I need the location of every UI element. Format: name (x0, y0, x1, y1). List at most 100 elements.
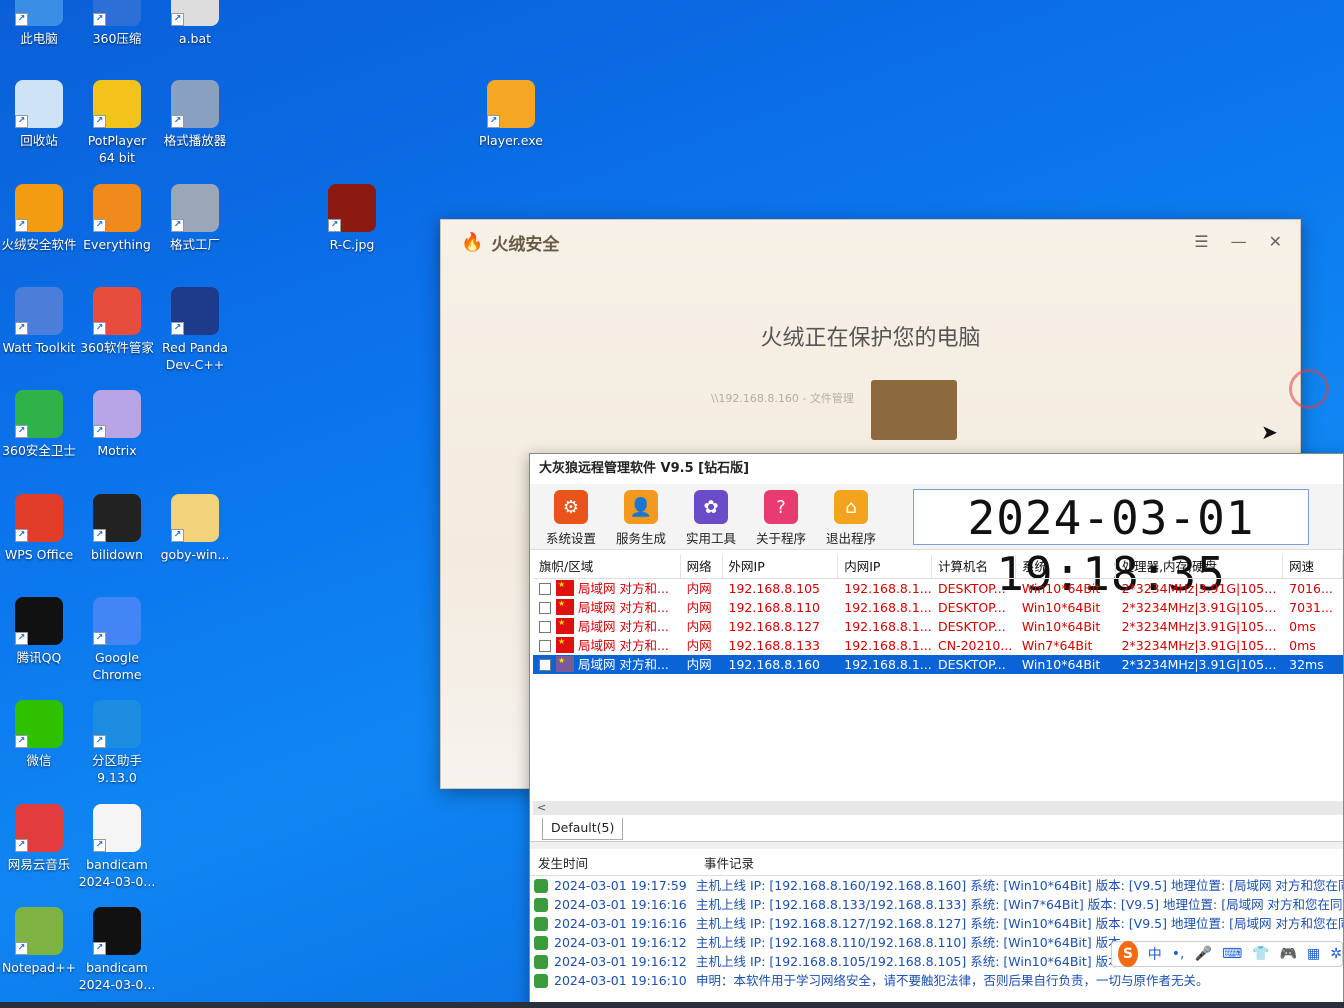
host-col-header[interactable]: 内网IP (838, 555, 933, 578)
table-row[interactable]: 局域网 对方和... 内网 192.168.8.127 192.168.8.1... D… (533, 617, 1343, 636)
row-checkbox[interactable] (539, 659, 551, 671)
app-icon: ↗ (171, 287, 219, 335)
desktop-icon[interactable]: ↗ 360软件管家 (78, 287, 156, 356)
desktop-icon[interactable]: ↗ PotPlayer 64 bit (78, 80, 156, 166)
desktop-icon[interactable]: ↗ Google Chrome (78, 597, 156, 683)
desktop-icon-label: 腾讯QQ (16, 650, 62, 665)
ime-toolbar[interactable]: S 中 •, 🎤 ⌨ 👕 🎮 ▦ ✲ (1111, 941, 1343, 967)
log-time: 2024-03-01 19:16:12 (554, 954, 687, 969)
app-icon: ↗ (15, 80, 63, 128)
shortcut-arrow-icon: ↗ (487, 115, 500, 128)
toolbar-button-label: 退出程序 (825, 531, 876, 546)
desktop-icon[interactable]: ↗ 分区助手 9.13.0 (78, 700, 156, 786)
ime-settings-icon[interactable]: ✲ (1330, 946, 1342, 962)
toolbar-icon: ? (764, 490, 798, 524)
ime-mic-icon[interactable]: 🎤 (1195, 946, 1212, 962)
host-region-cell: 局域网 对方和... (533, 598, 681, 617)
desktop-icon-label: 360安全卫士 (2, 443, 76, 458)
desktop-icon[interactable]: ↗ Player.exe (472, 80, 550, 149)
shortcut-arrow-icon: ↗ (93, 13, 106, 26)
desktop-icon[interactable]: ↗ 格式工厂 (156, 184, 234, 253)
ime-game-icon[interactable]: 🎮 (1280, 946, 1297, 962)
toolbar-button-3[interactable]: ? 关于程序 (746, 490, 816, 547)
table-row[interactable]: 局域网 对方和... 内网 192.168.8.110 192.168.8.1... D… (533, 598, 1343, 617)
host-table-header: 旗帜/区域 网络 外网IP 内网IP 计算机名 系统 处理器,内存,硬盘 网速 (533, 555, 1343, 579)
menu-icon[interactable]: ☰ (1194, 232, 1208, 251)
toolbar-button-0[interactable]: ⚙ 系统设置 (536, 490, 606, 547)
desktop-icon[interactable]: ↗ Notepad++ (0, 907, 78, 976)
desktop-icon[interactable]: ↗ 此电脑 (0, 0, 78, 47)
desktop-icon[interactable]: ↗ Everything (78, 184, 156, 253)
toolbar-button-label: 关于程序 (755, 531, 806, 546)
taskbar[interactable] (0, 1002, 1344, 1008)
log-event: 申明：本软件用于学习网络安全，请不要触犯法律，否则后果自行负责，一切与原作者无关… (696, 973, 1209, 988)
desktop-icon[interactable]: ↗ a.bat (156, 0, 234, 47)
host-col-header[interactable]: 系统 (1016, 555, 1116, 578)
minimize-icon[interactable]: — (1231, 232, 1247, 251)
row-checkbox[interactable] (539, 621, 551, 633)
desktop-icon-label: bilidown (90, 547, 144, 562)
row-checkbox[interactable] (539, 583, 551, 595)
app-icon: ↗ (93, 597, 141, 645)
desktop-icon[interactable]: ↗ 网易云音乐 (0, 804, 78, 873)
table-row[interactable]: 局域网 对方和... 内网 192.168.8.105 192.168.8.1... D… (533, 579, 1343, 598)
host-col-header[interactable]: 旗帜/区域 (533, 555, 681, 578)
desktop-icon[interactable]: ↗ 腾讯QQ (0, 597, 78, 666)
desktop-icon[interactable]: ↗ 火绒安全软件 (0, 184, 78, 253)
log-row[interactable]: 2024-03-01 19:16:16 主机上线 IP: [192.168.8.1… (530, 914, 1343, 933)
desktop-icon-label: R-C.jpg (329, 237, 375, 252)
shortcut-arrow-icon: ↗ (15, 219, 28, 232)
desktop-icon[interactable]: ↗ 360安全卫士 (0, 390, 78, 459)
row-checkbox[interactable] (539, 640, 551, 652)
desktop-icon[interactable]: ↗ WPS Office (0, 494, 78, 563)
huorong-titlebar[interactable]: 🔥 火绒安全 (441, 220, 1300, 264)
desktop-icon[interactable]: ↗ 回收站 (0, 80, 78, 149)
desktop-icon[interactable]: ↗ bandicam 2024-03-0... (78, 907, 156, 993)
host-col-header[interactable]: 外网IP (723, 555, 839, 578)
remote-admin-window[interactable]: 大灰狼远程管理软件 V9.5 [钻石版] ⚙ 系统设置 👤 服务生成 ✿ 实用工具? 关于程… (529, 453, 1344, 1008)
region-text: 局域网 对方和... (578, 600, 669, 615)
log-row[interactable]: 2024-03-01 19:16:16 主机上线 IP: [192.168.8.1… (530, 895, 1343, 914)
shortcut-arrow-icon: ↗ (171, 115, 184, 128)
table-row[interactable]: 局域网 对方和... 内网 192.168.8.133 192.168.8.1... C… (533, 636, 1343, 655)
shortcut-arrow-icon: ↗ (15, 942, 28, 955)
desktop-icon[interactable]: ↗ 格式播放器 (156, 80, 234, 149)
host-col-header[interactable]: 处理器,内存,硬盘 (1116, 555, 1284, 578)
shortcut-arrow-icon: ↗ (93, 942, 106, 955)
app-icon: ↗ (93, 494, 141, 542)
horizontal-scrollbar[interactable]: < (533, 801, 1343, 815)
desktop-icon-label: Watt Toolkit (2, 340, 76, 355)
ime-punct-icon[interactable]: •, (1172, 946, 1185, 962)
desktop-icon[interactable]: ↗ R-C.jpg (313, 184, 391, 253)
log-row[interactable]: 2024-03-01 19:16:10 申明：本软件用于学习网络安全，请不要触犯法… (530, 971, 1343, 990)
ime-lang-icon[interactable]: 中 (1148, 944, 1162, 964)
desktop-icon[interactable]: ↗ 微信 (0, 700, 78, 769)
host-col-header[interactable]: 计算机名 (932, 555, 1016, 578)
ime-keyboard-icon[interactable]: ⌨ (1222, 946, 1242, 962)
host-col-header[interactable]: 网络 (681, 555, 723, 578)
host-col-header[interactable]: 网速 (1283, 555, 1343, 578)
desktop-icon-label: 网易云音乐 (7, 857, 71, 872)
row-checkbox[interactable] (539, 602, 551, 614)
desktop-icon[interactable]: ↗ bandicam 2024-03-0... (78, 804, 156, 890)
toolbar-button-4[interactable]: ⌂ 退出程序 (816, 490, 886, 547)
table-row[interactable]: 局域网 对方和... 内网 192.168.8.160 192.168.8.1... D… (533, 655, 1343, 674)
desktop-icon[interactable]: ↗ Watt Toolkit (0, 287, 78, 356)
log-col-event[interactable]: 事件记录 (696, 852, 754, 875)
desktop-icon[interactable]: ↗ 360压缩 (78, 0, 156, 47)
desktop-icon[interactable]: ↗ bilidown (78, 494, 156, 563)
host-pc-cell: CN-20210... (938, 638, 1013, 653)
ime-apps-icon[interactable]: ▦ (1307, 946, 1320, 962)
tab-default-group[interactable]: Default(5) (542, 818, 624, 840)
desktop-icon[interactable]: ↗ Red Panda Dev-C++ (156, 287, 234, 373)
log-col-time[interactable]: 发生时间 (530, 852, 696, 875)
toolbar-button-1[interactable]: 👤 服务生成 (606, 490, 676, 547)
toolbar-button-2[interactable]: ✿ 实用工具 (676, 490, 746, 547)
sogou-logo-icon[interactable]: S (1118, 941, 1138, 967)
desktop-icon[interactable]: ↗ goby-win... (156, 494, 234, 563)
desktop-icon[interactable]: ↗ Motrix (78, 390, 156, 459)
scroll-left-icon[interactable]: < (537, 801, 546, 814)
log-row[interactable]: 2024-03-01 19:17:59 主机上线 IP: [192.168.8.1… (530, 876, 1343, 895)
ime-skin-icon[interactable]: 👕 (1252, 946, 1269, 962)
close-icon[interactable]: ✕ (1269, 232, 1282, 251)
